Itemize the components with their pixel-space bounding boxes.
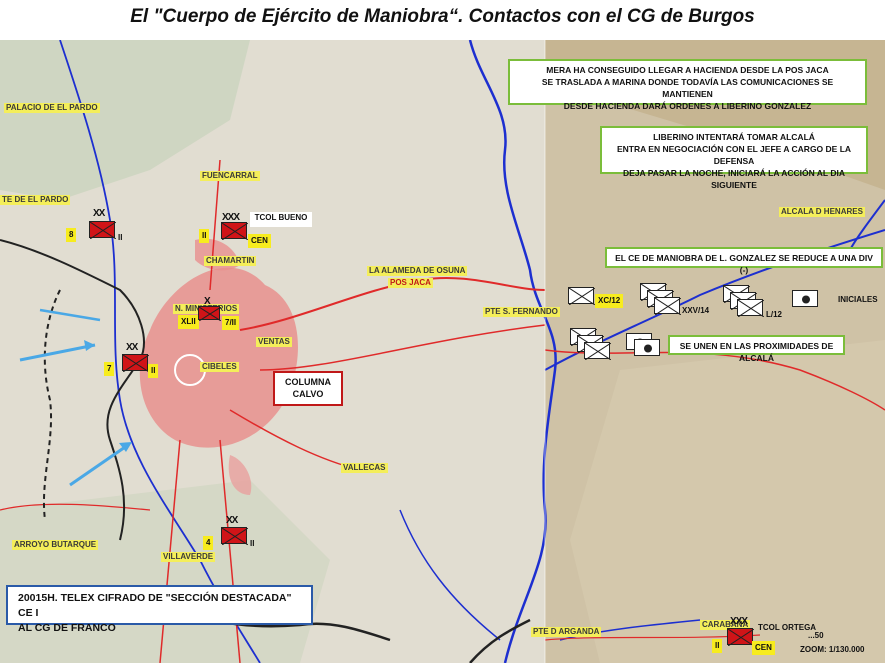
unit-xlii-left: XLII xyxy=(178,315,199,329)
note-columna-calvo: COLUMNA CALVO xyxy=(273,371,343,406)
unit-7-number: 7 xyxy=(104,362,115,376)
note-mera-line: SE TRASLADA A MARINA DONDE TODAVÍA LAS C… xyxy=(541,77,834,99)
note-mera-line: DESDE HACIENDA DARÁ ORDENES A LIBERINO G… xyxy=(563,101,812,111)
note-liberino-line: ENTRA EN NEGOCIACIÓN CON EL JEFE A CARGO… xyxy=(616,144,852,166)
place-pos-jaca: POS JACA xyxy=(388,278,433,288)
unit-bueno-label: TCOL BUENO xyxy=(250,212,312,227)
unit-bueno-tag: CEN xyxy=(248,234,271,248)
place-ventas: VENTAS xyxy=(256,337,292,347)
unit-8-rank: XX xyxy=(93,208,105,219)
unit-bueno-echelon: II xyxy=(199,229,210,243)
scale-zoom: ZOOM: 1/130.000 xyxy=(800,645,865,654)
unit-xc-label: XC/12 xyxy=(595,294,624,308)
unit-4-rank: XX xyxy=(226,515,238,526)
note-telex: 20015H. TELEX CIFRADO DE "SECCIÓN DESTAC… xyxy=(6,585,313,634)
unit-ortega-tag: CEN xyxy=(752,641,775,655)
place-el-pardo: TE DE EL PARDO xyxy=(0,195,71,205)
unit-4-number: 4 xyxy=(203,536,214,550)
scale-line: ...50 xyxy=(808,631,824,640)
place-fuencarral: FUENCARRAL xyxy=(200,171,260,181)
place-chamartin: CHAMARTIN xyxy=(204,256,257,266)
unit-group-symbol-3[interactable] xyxy=(584,342,611,360)
place-vallecas: VALLECAS xyxy=(341,463,388,473)
unit-xlii-symbol[interactable] xyxy=(198,306,221,321)
unit-4-symbol[interactable] xyxy=(221,527,248,545)
place-arganda: PTE D ARGANDA xyxy=(531,627,602,637)
unit-xxv-symbol-3[interactable] xyxy=(654,297,681,315)
note-mera: MERA HA CONSEGUIDO LLEGAR A HACIENDA DES… xyxy=(508,59,867,111)
note-mera-line: MERA HA CONSEGUIDO LLEGAR A HACIENDA DES… xyxy=(546,65,829,75)
map-title: El "Cuerpo de Ejército de Maniobra“. Con… xyxy=(130,6,755,27)
note-telex-line: 20015H. TELEX CIFRADO DE "SECCIÓN DESTAC… xyxy=(18,592,292,619)
unit-group-symbol-5[interactable] xyxy=(634,339,660,356)
unit-iniciales-label: INICIALES xyxy=(838,295,878,304)
note-liberino-line: DEJA PASAR LA NOCHE, INICIARÁ LA ACCIÓN … xyxy=(623,168,845,190)
unit-ortega-rank: XXX xyxy=(730,616,748,627)
unit-l12-label: L/12 xyxy=(766,310,783,319)
unit-xc-symbol[interactable] xyxy=(568,287,595,305)
place-alameda: LA ALAMEDA DE OSUNA xyxy=(367,266,468,276)
note-liberino-line: LIBERINO INTENTARÁ TOMAR ALCALÁ xyxy=(653,132,815,142)
note-unen: SE UNEN EN LAS PROXIMIDADES DE ALCALÁ xyxy=(668,335,845,363)
unit-xxv-label: XXV/14 xyxy=(682,306,710,315)
note-columna-line: COLUMNA xyxy=(285,377,331,387)
place-villaverde: VILLAVERDE xyxy=(161,552,216,562)
unit-l12-symbol-3[interactable] xyxy=(737,299,764,317)
unit-ortega-echelon: II xyxy=(712,639,723,653)
unit-bueno-symbol[interactable] xyxy=(221,222,248,240)
place-cibeles: CIBELES xyxy=(200,362,239,372)
note-telex-line: AL CG DE FRANCO xyxy=(18,622,116,634)
unit-8-symbol[interactable] xyxy=(89,221,116,239)
unit-iniciales-symbol[interactable] xyxy=(792,290,818,307)
unit-7-echelon: II xyxy=(148,364,159,378)
unit-xlii-right: 7/II xyxy=(222,316,240,330)
unit-8-number: 8 xyxy=(66,228,77,242)
place-alcala: ALCALA D HENARES xyxy=(779,207,865,217)
tactical-map: PALACIO DE EL PARDO TE DE EL PARDO FUENC… xyxy=(0,40,885,663)
place-arroyo: ARROYO BUTARQUE xyxy=(12,540,99,550)
unit-ortega-symbol[interactable] xyxy=(727,628,754,646)
unit-8-echelon: II xyxy=(118,233,123,242)
note-liberino: LIBERINO INTENTARÁ TOMAR ALCALÁ ENTRA EN… xyxy=(600,126,868,190)
unit-4-echelon: II xyxy=(250,539,255,548)
unit-7-symbol[interactable] xyxy=(122,354,149,372)
place-pte-fernando: PTE S. FERNANDO xyxy=(483,307,560,317)
note-columna-line: CALVO xyxy=(292,389,324,399)
place-palacio: PALACIO DE EL PARDO xyxy=(4,103,100,113)
note-ce-maniobra: EL CE DE MANIOBRA DE L. GONZALEZ SE REDU… xyxy=(605,247,883,275)
unit-7-rank: XX xyxy=(126,342,138,353)
